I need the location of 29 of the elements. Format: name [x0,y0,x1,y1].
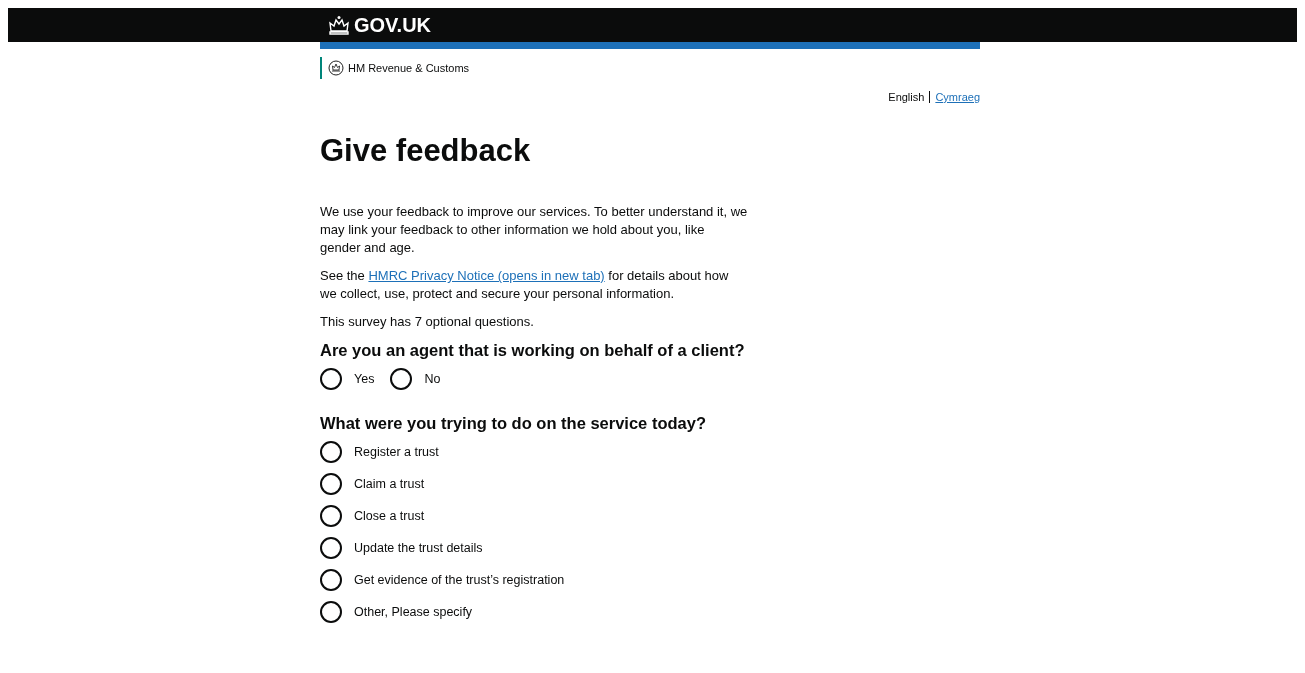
option-label: No [424,372,441,386]
radio-button[interactable] [320,505,342,527]
language-link[interactable]: English [888,91,925,103]
radio-button[interactable] [320,569,342,591]
crest-icon [328,60,344,76]
crown-icon [328,15,350,35]
organisation-name: HM Revenue & Customs [348,62,470,74]
page-title: Give feedback [320,133,532,169]
language-link[interactable]: Cymraeg [935,91,980,103]
question-heading: Are you an agent that is working on behalf of a client? [320,341,746,360]
radio-button[interactable] [390,368,413,390]
radio-button[interactable] [320,473,342,495]
radio-button[interactable] [320,537,342,559]
radio-button[interactable] [320,368,342,390]
option-label: Get evidence of the trust’s registration [354,573,565,587]
survey-note: This survey has 7 optional questions. [320,313,535,331]
radio-button[interactable] [320,601,342,623]
question-heading: What were you trying to do on the service today? [320,414,707,433]
option-label: Claim a trust [354,477,425,491]
intro-paragraph: We use your feedback to improve our services. To better understand it, we may link your feedback to other information we hold about you, like gender and age. [320,203,748,257]
radio-button[interactable] [320,441,342,463]
gov-uk-logo[interactable]: GOV.UK [320,13,432,37]
option-label: Close a trust [354,509,425,523]
option-label: Yes [354,372,375,386]
option-label: Register a trust [354,445,439,459]
privacy-paragraph: See the HMRC Privacy Notice (opens in new tab) for details about how we collect, use, protect and secure your personal information. [320,267,730,303]
option-label: Update the trust details [354,541,483,555]
privacy-notice-link[interactable]: HMRC Privacy Notice (opens in new tab) [368,268,605,283]
option-label: Other, Please specify [354,605,473,619]
